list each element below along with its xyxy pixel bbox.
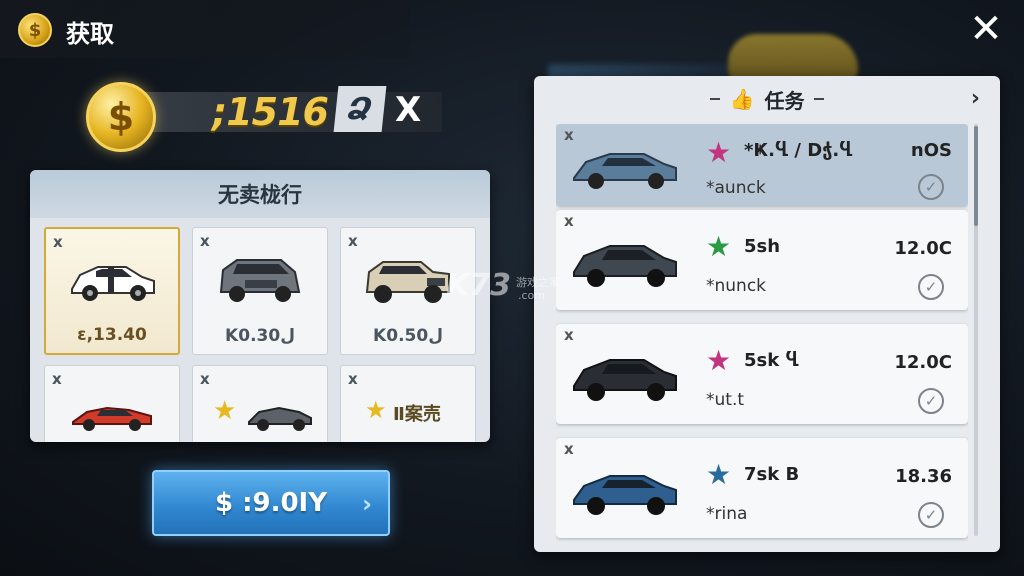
- multiplier-label: X: [395, 90, 422, 130]
- star-icon: ★: [706, 136, 732, 169]
- scrollbar-thumb[interactable]: [974, 126, 978, 226]
- task-value: 18.36: [895, 466, 952, 487]
- close-icon[interactable]: x: [200, 370, 210, 388]
- thumbs-up-icon: 👍: [729, 87, 755, 111]
- shop-item-card[interactable]: x ★: [192, 365, 328, 442]
- large-coin-icon: $: [86, 82, 156, 152]
- shop-item-card[interactable]: x ε,13.40: [44, 227, 180, 355]
- task-name: *Ҝ.Ⴁ / Dჭ.Ⴁ: [744, 140, 853, 161]
- task-name: 5sk Ⴁ: [744, 350, 799, 371]
- chevron-right-icon: ›: [362, 490, 372, 518]
- item-price: Kل0.30: [225, 326, 295, 346]
- item-price: Kل0.50: [373, 326, 443, 346]
- shop-panel: 无卖栊行 x ε,13.40 x Kل0.30 x Kل0.50 x x ★ x…: [30, 170, 490, 442]
- task-name: 5sh: [744, 236, 781, 257]
- car-icon: [71, 266, 155, 301]
- shop-panel-title: 无卖栊行: [30, 170, 490, 218]
- coin-icon: $: [18, 13, 52, 47]
- buy-button-label: $ :9.0IY: [214, 488, 328, 518]
- task-value: 12.0C: [894, 238, 952, 259]
- task-row[interactable]: x ★ 7sk B 18.36 *rina ✓: [556, 438, 968, 538]
- task-subtitle: *aunck: [706, 178, 766, 198]
- star-icon: ★: [365, 396, 387, 424]
- task-name: 7sk B: [744, 464, 800, 485]
- tasks-panel-header: 👍 任务: [534, 76, 1000, 122]
- close-icon[interactable]: x: [200, 232, 210, 250]
- car-icon: [573, 245, 677, 287]
- truck-icon: [365, 261, 450, 303]
- shop-item-card[interactable]: x Kل0.30: [192, 227, 328, 355]
- watermark: K73 游戏之家 .com: [446, 268, 576, 308]
- shop-item-card[interactable]: x ★ Ⅱ案売: [340, 365, 476, 442]
- watermark-sub: .com: [518, 289, 545, 302]
- close-icon[interactable]: x: [52, 370, 62, 388]
- suv-icon: [219, 259, 301, 302]
- star-icon: ★: [706, 344, 732, 377]
- item-label: Ⅱ案売: [393, 404, 441, 425]
- car-icon: [248, 406, 312, 431]
- task-subtitle: *rina: [706, 504, 748, 524]
- car-icon: [573, 359, 677, 401]
- tasks-panel: 👍 任务 › x ★ *Ҝ.Ⴁ / Dჭ.Ⴁ nOS *aunck ✓ x ★ …: [534, 76, 1000, 552]
- task-subtitle: *ut.t: [706, 390, 745, 410]
- close-icon[interactable]: x: [53, 233, 63, 251]
- star-icon: ★: [706, 230, 732, 263]
- task-subtitle: *nunck: [706, 276, 767, 296]
- task-value: 12.0C: [894, 352, 952, 373]
- item-price: ε,13.40: [77, 325, 147, 345]
- tasks-panel-title: 任务: [764, 88, 805, 113]
- top-bar: $ 获取: [0, 0, 410, 58]
- checkmark-icon[interactable]: ✓: [918, 274, 944, 300]
- sports-car-icon: [72, 406, 152, 431]
- checkmark-icon[interactable]: ✓: [918, 502, 944, 528]
- watermark-logo: K73: [446, 268, 511, 303]
- close-icon[interactable]: x: [348, 232, 358, 250]
- task-list[interactable]: x ★ *Ҝ.Ⴁ / Dჭ.Ⴁ nOS *aunck ✓ x ★ 5sh 12.…: [556, 124, 968, 544]
- chevron-right-icon[interactable]: ›: [971, 86, 980, 111]
- shop-item-card[interactable]: x: [44, 365, 180, 442]
- balance-badge: Ձ: [333, 86, 387, 132]
- task-value: nOS: [910, 140, 952, 161]
- car-icon: [573, 153, 677, 189]
- car-icon: [573, 475, 677, 515]
- buy-button[interactable]: $ :9.0IY ›: [152, 470, 390, 536]
- divider: [814, 98, 825, 100]
- star-icon: ★: [706, 458, 732, 491]
- task-row[interactable]: x ★ *Ҝ.Ⴁ / Dჭ.Ⴁ nOS *aunck ✓: [556, 124, 968, 206]
- page-title: 获取: [66, 20, 114, 48]
- close-icon[interactable]: x: [348, 370, 358, 388]
- task-row[interactable]: x ★ 5sk Ⴁ 12.0C *ut.t ✓: [556, 324, 968, 424]
- close-button[interactable]: ✕: [968, 9, 1004, 49]
- divider: [709, 98, 720, 100]
- watermark-text: 游戏之家: [516, 276, 560, 289]
- star-icon: ★: [213, 396, 237, 426]
- task-row[interactable]: x ★ 5sh 12.0C *nunck ✓: [556, 210, 968, 310]
- coin-balance: ;1516: [212, 90, 329, 134]
- checkmark-icon[interactable]: ✓: [918, 174, 944, 200]
- checkmark-icon[interactable]: ✓: [918, 388, 944, 414]
